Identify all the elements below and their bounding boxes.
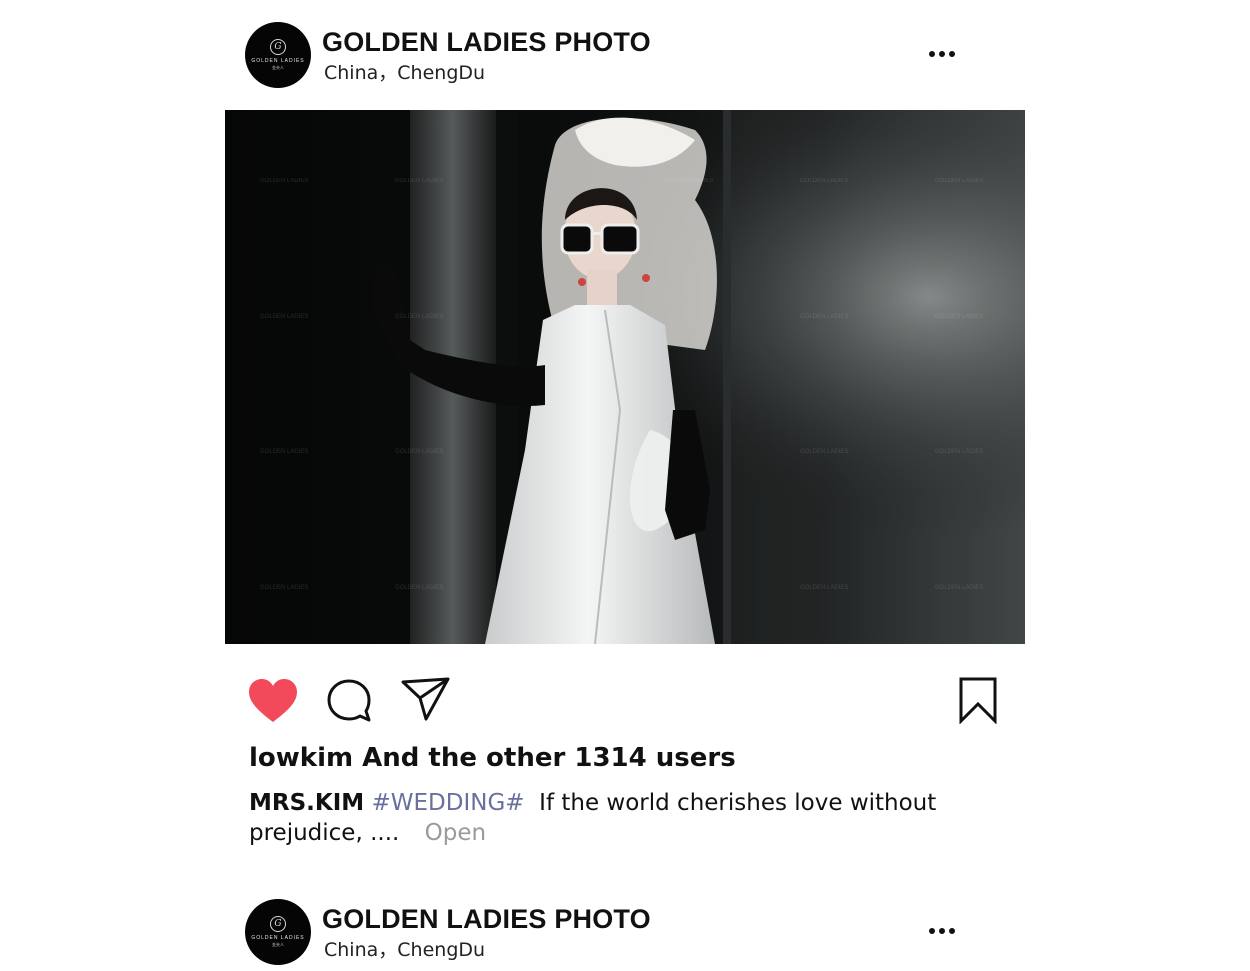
logo-mark: G bbox=[270, 39, 286, 55]
svg-text:GOLDEN LADIES: GOLDEN LADIES bbox=[800, 314, 848, 320]
avatar[interactable]: G GOLDEN LADIES 金夫人 bbox=[245, 22, 311, 88]
photo-image: GOLDEN LADIES GOLDEN LADIES GOLDEN LADIES G… bbox=[225, 110, 1025, 644]
svg-text:GOLDEN LADIES: GOLDEN LADIES bbox=[395, 449, 443, 455]
post-caption: MRS.KIM #WEDDING# If the world cherishes… bbox=[249, 788, 949, 848]
comment-icon bbox=[327, 679, 371, 722]
more-horizontal-icon bbox=[929, 928, 955, 934]
svg-text:GOLDEN LADIES: GOLDEN LADIES bbox=[935, 314, 983, 320]
logo-mark: G bbox=[270, 916, 286, 932]
open-link[interactable]: Open bbox=[425, 820, 486, 846]
svg-text:GOLDEN LADIES: GOLDEN LADIES bbox=[260, 314, 308, 320]
caption-username[interactable]: MRS.KIM bbox=[249, 790, 364, 816]
svg-text:GOLDEN LADIES: GOLDEN LADIES bbox=[935, 585, 983, 591]
logo-text: GOLDEN LADIES bbox=[251, 935, 305, 941]
more-horizontal-icon bbox=[929, 51, 955, 57]
location-label[interactable]: China，ChengDu bbox=[324, 938, 485, 962]
account-name[interactable]: GOLDEN LADIES PHOTO bbox=[322, 26, 651, 58]
svg-text:GOLDEN LADIES: GOLDEN LADIES bbox=[800, 449, 848, 455]
svg-text:GOLDEN LADIES: GOLDEN LADIES bbox=[800, 585, 848, 591]
caption-hashtag[interactable]: #WEDDING# bbox=[371, 790, 524, 816]
account-name[interactable]: GOLDEN LADIES PHOTO bbox=[322, 903, 651, 935]
svg-text:GOLDEN LADIES: GOLDEN LADIES bbox=[395, 178, 443, 184]
like-button[interactable] bbox=[248, 678, 298, 724]
avatar[interactable]: G GOLDEN LADIES 金夫人 bbox=[245, 899, 311, 965]
post-photo[interactable]: GOLDEN LADIES GOLDEN LADIES GOLDEN LADIES G… bbox=[225, 110, 1025, 644]
likes-count[interactable]: lowkim And the other 1314 users bbox=[249, 740, 736, 776]
svg-text:GOLDEN LADIES: GOLDEN LADIES bbox=[935, 449, 983, 455]
logo-subtext: 金夫人 bbox=[272, 65, 284, 70]
post-header: G GOLDEN LADIES 金夫人 GOLDEN LADIES PHOTO … bbox=[245, 22, 965, 88]
svg-text:GOLDEN LADIES: GOLDEN LADIES bbox=[665, 178, 713, 184]
location-label[interactable]: China，ChengDu bbox=[324, 61, 485, 85]
svg-text:GOLDEN LADIES: GOLDEN LADIES bbox=[260, 449, 308, 455]
bookmark-icon bbox=[959, 677, 997, 725]
heart-icon bbox=[249, 679, 297, 722]
svg-text:GOLDEN LADIES: GOLDEN LADIES bbox=[395, 314, 443, 320]
svg-text:GOLDEN LADIES: GOLDEN LADIES bbox=[260, 178, 308, 184]
more-options-button[interactable] bbox=[925, 45, 959, 63]
svg-text:GOLDEN LADIES: GOLDEN LADIES bbox=[260, 585, 308, 591]
svg-text:GOLDEN LADIES: GOLDEN LADIES bbox=[935, 178, 983, 184]
save-button[interactable] bbox=[958, 676, 998, 725]
svg-text:GOLDEN LADIES: GOLDEN LADIES bbox=[395, 585, 443, 591]
logo-text: GOLDEN LADIES bbox=[251, 58, 305, 64]
svg-text:GOLDEN LADIES: GOLDEN LADIES bbox=[800, 178, 848, 184]
more-options-button[interactable] bbox=[925, 922, 959, 940]
send-icon bbox=[401, 677, 450, 721]
comment-button[interactable] bbox=[326, 678, 372, 724]
post-header: G GOLDEN LADIES 金夫人 GOLDEN LADIES PHOTO … bbox=[245, 899, 965, 965]
share-button[interactable] bbox=[401, 676, 451, 722]
logo-subtext: 金夫人 bbox=[272, 942, 284, 947]
